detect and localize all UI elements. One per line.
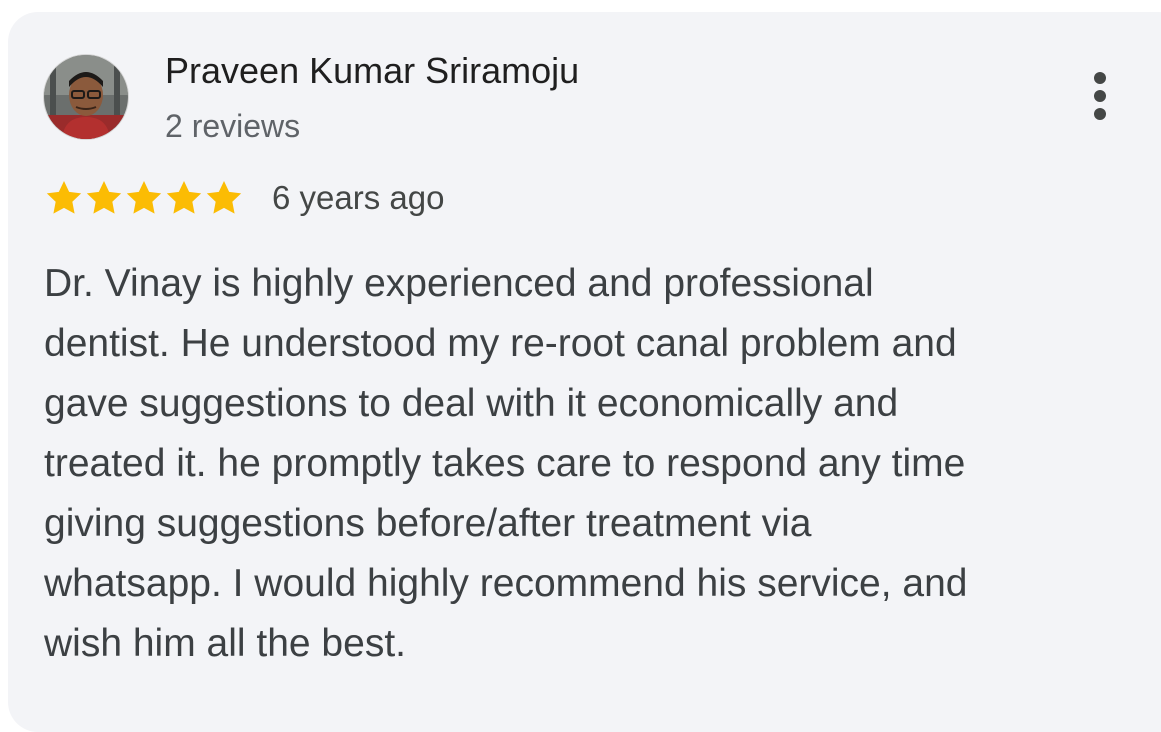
star-rating (44, 178, 244, 218)
more-options-icon[interactable] (1083, 70, 1117, 124)
review-text-line: Dr. Vinay is highly experienced and prof… (44, 262, 874, 305)
star-icon (84, 178, 124, 218)
review-text: Dr. Vinay is highly experienced and prof… (44, 254, 1124, 674)
stars-row (44, 178, 244, 218)
review-text-line: dentist. He understood my re-root canal … (44, 322, 957, 365)
review-text-line: treated it. he promptly takes care to re… (44, 442, 966, 485)
menu-dot (1094, 108, 1106, 120)
author-avatar[interactable] (44, 55, 128, 139)
review-date: 6 years ago (272, 179, 445, 216)
author-review-count[interactable]: 2 reviews (165, 108, 300, 145)
star-icon (44, 178, 84, 218)
menu-dot (1094, 72, 1106, 84)
avatar-image (44, 55, 128, 139)
star-icon (204, 178, 244, 218)
review-text-line: wish him all the best. (44, 622, 406, 665)
review-text-line: giving suggestions before/after treatmen… (44, 502, 812, 545)
star-icon (164, 178, 204, 218)
review-text-line: gave suggestions to deal with it economi… (44, 382, 899, 425)
author-name[interactable]: Praveen Kumar Sriramoju (165, 50, 579, 92)
menu-dot (1094, 90, 1106, 102)
star-icon (124, 178, 164, 218)
review-text-line: whatsapp. I would highly recommend his s… (44, 562, 968, 605)
